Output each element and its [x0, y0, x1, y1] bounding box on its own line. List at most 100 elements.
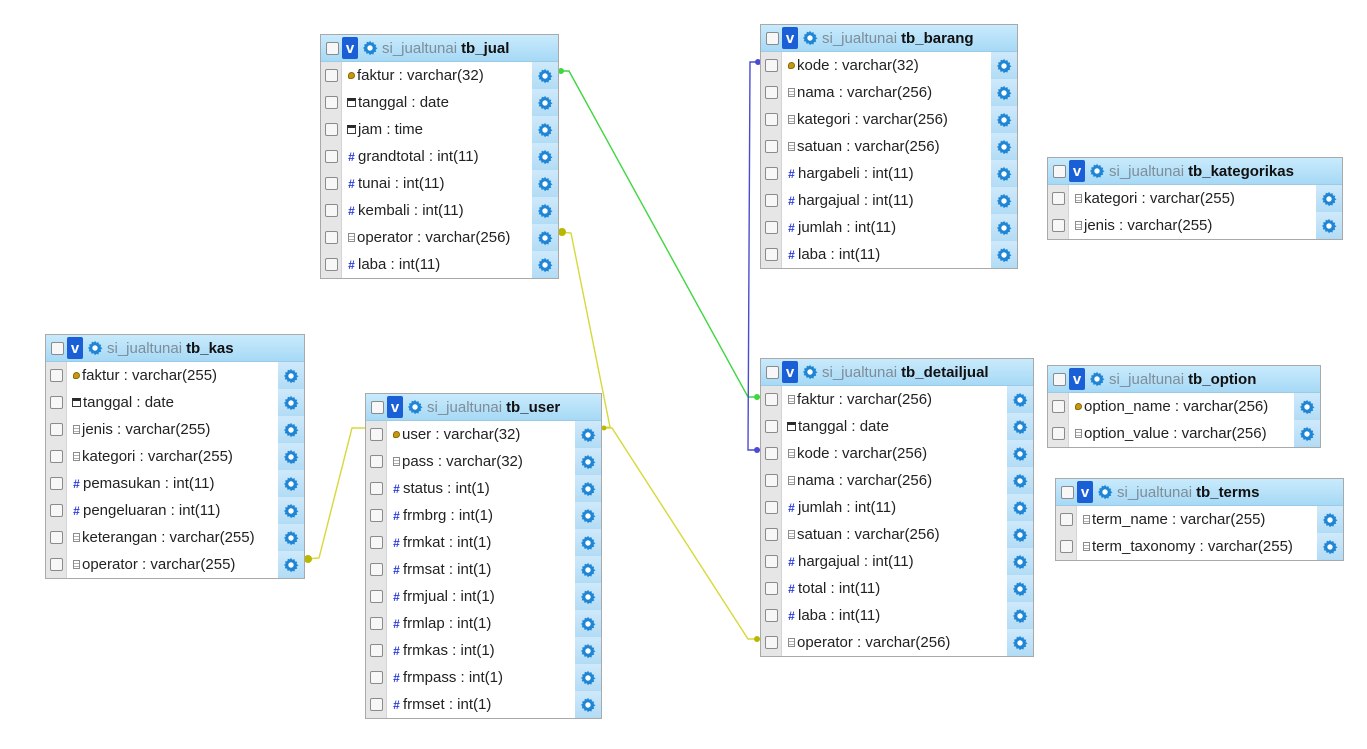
gear-icon[interactable]: [283, 557, 299, 573]
column-checkbox[interactable]: [369, 455, 383, 468]
column-options-button[interactable]: [575, 691, 601, 718]
column-checkbox[interactable]: [324, 96, 338, 109]
column-row[interactable]: # kembali : int(11): [321, 197, 558, 224]
gear-icon[interactable]: [996, 193, 1012, 209]
column-row[interactable]: # laba : int(11): [761, 602, 1033, 629]
column-checkbox[interactable]: [764, 609, 778, 622]
column-row[interactable]: kategori : varchar(255): [46, 443, 304, 470]
gear-icon[interactable]: [537, 257, 553, 273]
gear-icon[interactable]: [1012, 446, 1028, 462]
column-row[interactable]: jenis : varchar(255): [46, 416, 304, 443]
gear-icon[interactable]: [580, 616, 596, 632]
table-tb-kas[interactable]: v si_jualtunai tb_kas faktur : varchar(255)…: [45, 334, 305, 579]
column-checkbox[interactable]: [764, 447, 778, 460]
column-options-button[interactable]: [1007, 413, 1033, 440]
column-checkbox[interactable]: [324, 204, 338, 217]
table-select-checkbox[interactable]: [371, 400, 384, 414]
column-row[interactable]: operator : varchar(255): [46, 551, 304, 578]
column-options-button[interactable]: [1007, 521, 1033, 548]
column-options-button[interactable]: [532, 143, 558, 170]
column-checkbox[interactable]: [764, 194, 778, 207]
column-options-button[interactable]: [532, 224, 558, 251]
gear-icon[interactable]: [87, 340, 103, 356]
toggle-columns-button[interactable]: v: [387, 396, 403, 418]
column-options-button[interactable]: [1007, 494, 1033, 521]
column-row[interactable]: operator : varchar(256): [761, 629, 1033, 656]
column-options-button[interactable]: [278, 389, 304, 416]
gear-icon[interactable]: [407, 399, 423, 415]
gear-icon[interactable]: [996, 58, 1012, 74]
column-checkbox[interactable]: [1051, 192, 1065, 205]
column-checkbox[interactable]: [764, 221, 778, 234]
column-checkbox[interactable]: [369, 671, 383, 684]
column-options-button[interactable]: [991, 214, 1017, 241]
gear-icon[interactable]: [283, 368, 299, 384]
gear-icon[interactable]: [1322, 512, 1338, 528]
table-tb-user[interactable]: v si_jualtunai tb_user user : varchar(32) pa…: [365, 393, 602, 719]
column-options-button[interactable]: [532, 89, 558, 116]
gear-icon[interactable]: [1322, 539, 1338, 555]
table-tb-option[interactable]: v si_jualtunai tb_option option_name : varc…: [1047, 365, 1321, 448]
toggle-columns-button[interactable]: v: [342, 37, 358, 59]
table-header[interactable]: v si_jualtunai tb_kategorikas: [1048, 158, 1342, 185]
column-options-button[interactable]: [278, 416, 304, 443]
gear-icon[interactable]: [1089, 371, 1105, 387]
column-checkbox[interactable]: [324, 150, 338, 163]
table-header[interactable]: v si_jualtunai tb_terms: [1056, 479, 1343, 506]
column-row[interactable]: # jumlah : int(11): [761, 494, 1033, 521]
column-row[interactable]: user : varchar(32): [366, 421, 601, 448]
column-checkbox[interactable]: [324, 258, 338, 271]
table-header[interactable]: v si_jualtunai tb_jual: [321, 35, 558, 62]
column-checkbox[interactable]: [369, 617, 383, 630]
table-select-checkbox[interactable]: [766, 31, 779, 45]
gear-icon[interactable]: [580, 427, 596, 443]
column-options-button[interactable]: [575, 610, 601, 637]
column-checkbox[interactable]: [369, 536, 383, 549]
column-row[interactable]: jenis : varchar(255): [1048, 212, 1342, 239]
column-row[interactable]: # frmjual : int(1): [366, 583, 601, 610]
column-options-button[interactable]: [1294, 393, 1320, 420]
column-row[interactable]: tanggal : date: [321, 89, 558, 116]
column-checkbox[interactable]: [1051, 427, 1065, 440]
gear-icon[interactable]: [1012, 392, 1028, 408]
column-row[interactable]: term_taxonomy : varchar(255): [1056, 533, 1343, 560]
column-row[interactable]: # frmbrg : int(1): [366, 502, 601, 529]
column-options-button[interactable]: [575, 529, 601, 556]
column-row[interactable]: # frmpass : int(1): [366, 664, 601, 691]
column-row[interactable]: # hargabeli : int(11): [761, 160, 1017, 187]
toggle-columns-button[interactable]: v: [782, 27, 798, 49]
column-checkbox[interactable]: [49, 558, 63, 571]
column-checkbox[interactable]: [49, 369, 63, 382]
column-checkbox[interactable]: [764, 420, 778, 433]
column-options-button[interactable]: [991, 106, 1017, 133]
column-checkbox[interactable]: [764, 248, 778, 261]
column-options-button[interactable]: [532, 62, 558, 89]
table-tb-detailjual[interactable]: v si_jualtunai tb_detailjual faktur : varch…: [760, 358, 1034, 657]
gear-icon[interactable]: [283, 422, 299, 438]
gear-icon[interactable]: [283, 530, 299, 546]
column-options-button[interactable]: [1007, 548, 1033, 575]
table-tb-kategorikas[interactable]: v si_jualtunai tb_kategorikas kategori : va…: [1047, 157, 1343, 240]
gear-icon[interactable]: [1012, 608, 1028, 624]
column-options-button[interactable]: [1007, 386, 1033, 413]
column-checkbox[interactable]: [1051, 400, 1065, 413]
table-header[interactable]: v si_jualtunai tb_option: [1048, 366, 1320, 393]
column-row[interactable]: # frmlap : int(1): [366, 610, 601, 637]
column-row[interactable]: faktur : varchar(32): [321, 62, 558, 89]
column-options-button[interactable]: [575, 664, 601, 691]
column-checkbox[interactable]: [764, 59, 778, 72]
gear-icon[interactable]: [1089, 163, 1105, 179]
column-checkbox[interactable]: [764, 501, 778, 514]
column-checkbox[interactable]: [369, 644, 383, 657]
column-options-button[interactable]: [991, 79, 1017, 106]
gear-icon[interactable]: [580, 643, 596, 659]
column-row[interactable]: # jumlah : int(11): [761, 214, 1017, 241]
table-tb-jual[interactable]: v si_jualtunai tb_jual faktur : varchar(32)…: [320, 34, 559, 279]
gear-icon[interactable]: [996, 220, 1012, 236]
table-select-checkbox[interactable]: [51, 341, 64, 355]
column-row[interactable]: # hargajual : int(11): [761, 548, 1033, 575]
column-row[interactable]: kode : varchar(32): [761, 52, 1017, 79]
column-row[interactable]: # frmkat : int(1): [366, 529, 601, 556]
column-row[interactable]: option_value : varchar(256): [1048, 420, 1320, 447]
column-options-button[interactable]: [278, 497, 304, 524]
